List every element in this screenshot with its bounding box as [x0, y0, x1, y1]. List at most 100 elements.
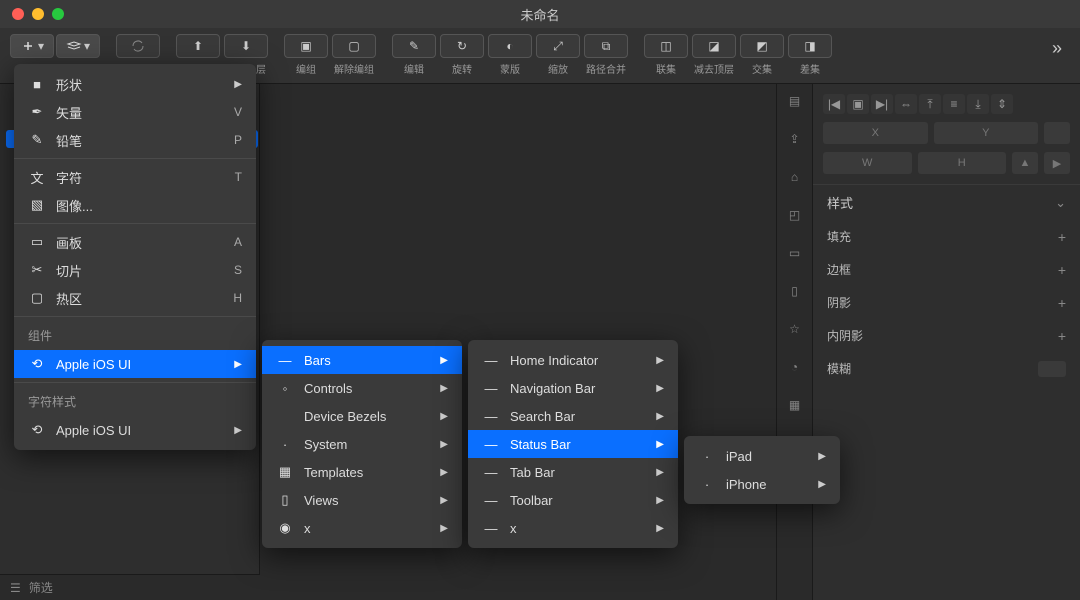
style-header[interactable]: 样式 ⌄	[813, 184, 1080, 220]
ungroup-button[interactable]: ▢	[332, 34, 376, 58]
menu-item-text[interactable]: 文字符T	[14, 163, 256, 191]
menu-heading-textstyles: 字符样式	[14, 387, 256, 416]
difference-button[interactable]: ◨	[788, 34, 832, 58]
frame-icon[interactable]: ▭	[786, 244, 804, 262]
filter-label[interactable]: 筛选	[29, 579, 53, 596]
menu-separator	[14, 316, 256, 317]
bars-icon: —	[276, 353, 294, 368]
right-icon-strip: ▤ ⇪ ⌂ ◰ ▭ ▯ ☆ ◔ ▦ ⊞ ⚙	[776, 84, 812, 600]
union-button[interactable]: ◫	[644, 34, 688, 58]
group-button[interactable]: ▣	[284, 34, 328, 58]
inner-shadow-section[interactable]: 内阴影+	[813, 319, 1080, 352]
submenu-item-controls[interactable]: ◦Controls▶	[262, 374, 462, 402]
menu-item-image[interactable]: ▧图像...	[14, 191, 256, 219]
panel-icon[interactable]: ▯	[786, 282, 804, 300]
flip-h-button[interactable]: ▲	[1012, 152, 1038, 174]
inbox-icon[interactable]: ◰	[786, 206, 804, 224]
submenu-status-bar: ·iPad▶ ·iPhone▶	[684, 436, 840, 504]
lock-input[interactable]	[1044, 122, 1070, 144]
menu-item-hotspot[interactable]: ▢热区H	[14, 284, 256, 312]
submenu-item-toolbar[interactable]: —Toolbar▶	[468, 486, 678, 514]
zoom-window-button[interactable]	[52, 8, 64, 20]
chevron-down-icon: ⌄	[1055, 195, 1066, 211]
submenu-item-ipad[interactable]: ·iPad▶	[684, 442, 840, 470]
touch-icon: ◉	[276, 520, 294, 536]
bookmark-icon[interactable]: ▤	[786, 92, 804, 110]
path-merge-button[interactable]: ⧉	[584, 34, 628, 58]
submenu-item-device-bezels[interactable]: Device Bezels▶	[262, 402, 462, 430]
menu-item-pencil[interactable]: ✎铅笔P	[14, 126, 256, 154]
submenu-item-iphone[interactable]: ·iPhone▶	[684, 470, 840, 498]
menu-item-apple-ios-ui[interactable]: ⟲Apple iOS UI▶	[14, 350, 256, 378]
insert-button[interactable]: ▾	[10, 34, 54, 58]
image-icon: ▧	[28, 197, 46, 213]
library-icon[interactable]: ⌂	[786, 168, 804, 186]
flip-v-button[interactable]: ▶	[1044, 152, 1070, 174]
submenu-item-status-bar[interactable]: —Status Bar▶	[468, 430, 678, 458]
submenu-item-bars[interactable]: —Bars▶	[262, 346, 462, 374]
add-shadow-button[interactable]: +	[1058, 295, 1066, 311]
align-right-button[interactable]: ▶|	[871, 94, 893, 114]
blur-section[interactable]: 模糊	[813, 352, 1080, 385]
close-window-button[interactable]	[12, 8, 24, 20]
export-icon[interactable]: ⇪	[786, 130, 804, 148]
submenu-item-tab-bar[interactable]: —Tab Bar▶	[468, 458, 678, 486]
refresh-button[interactable]	[116, 34, 160, 58]
menu-item-vector[interactable]: ✒矢量V	[14, 98, 256, 126]
submenu-item-x2[interactable]: —x▶	[468, 514, 678, 542]
submenu-item-search-bar[interactable]: —Search Bar▶	[468, 402, 678, 430]
toolbar-overflow-button[interactable]: »	[1044, 34, 1070, 63]
grid-icon[interactable]: ▦	[786, 396, 804, 414]
shadow-section[interactable]: 阴影+	[813, 286, 1080, 319]
bring-forward-button[interactable]: ⬆	[176, 34, 220, 58]
align-bottom-button[interactable]: ⤓	[967, 94, 989, 114]
add-border-button[interactable]: +	[1058, 262, 1066, 278]
align-center-v-button[interactable]: ≡	[943, 94, 965, 114]
menu-item-shape[interactable]: ■形状▶	[14, 70, 256, 98]
align-center-h-button[interactable]: ▣	[847, 94, 869, 114]
intersect-button[interactable]: ◩	[740, 34, 784, 58]
filter-icon[interactable]: ☰	[10, 581, 21, 595]
scale-button[interactable]: ⤢	[536, 34, 580, 58]
add-inner-shadow-button[interactable]: +	[1058, 328, 1066, 344]
add-fill-button[interactable]: +	[1058, 229, 1066, 245]
menu-item-artboard[interactable]: ▭画板A	[14, 228, 256, 256]
mask-button[interactable]: ◐	[488, 34, 532, 58]
submenu-item-templates[interactable]: ▦Templates▶	[262, 458, 462, 486]
window-title: 未命名	[520, 5, 559, 24]
star-icon[interactable]: ☆	[786, 320, 804, 338]
palette-icon[interactable]: ◔	[786, 358, 804, 376]
filter-bar: ☰ 筛选	[0, 574, 260, 600]
fill-section[interactable]: 填充+	[813, 220, 1080, 253]
distribute-v-button[interactable]: ⇕	[991, 94, 1013, 114]
submenu-item-system[interactable]: ·System▶	[262, 430, 462, 458]
border-section[interactable]: 边框+	[813, 253, 1080, 286]
submenu-item-navigation-bar[interactable]: —Navigation Bar▶	[468, 374, 678, 402]
edit-button[interactable]: ✎	[392, 34, 436, 58]
align-top-button[interactable]: ⤒	[919, 94, 941, 114]
submenu-bars: —Home Indicator▶ —Navigation Bar▶ —Searc…	[468, 340, 678, 548]
link-icon: ⟲	[28, 422, 46, 438]
blur-toggle[interactable]	[1038, 361, 1066, 377]
align-left-button[interactable]: |◀	[823, 94, 845, 114]
y-input[interactable]: Y	[934, 122, 1039, 144]
arrow-icon: ▶	[234, 79, 242, 90]
layers-button[interactable]: ▾	[56, 34, 100, 58]
x-input[interactable]: X	[823, 122, 928, 144]
minimize-window-button[interactable]	[32, 8, 44, 20]
submenu-item-views[interactable]: ▯Views▶	[262, 486, 462, 514]
w-input[interactable]: W	[823, 152, 912, 174]
subtract-button[interactable]: ◪	[692, 34, 736, 58]
submenu-item-x[interactable]: ◉x▶	[262, 514, 462, 542]
menu-item-text-style[interactable]: ⟲Apple iOS UI▶	[14, 416, 256, 444]
submenu-item-home-indicator[interactable]: —Home Indicator▶	[468, 346, 678, 374]
hotspot-icon: ▢	[28, 290, 46, 306]
h-input[interactable]: H	[918, 152, 1007, 174]
send-backward-button[interactable]: ⬇	[224, 34, 268, 58]
distribute-h-button[interactable]: ⇔	[895, 94, 917, 114]
menu-separator	[14, 158, 256, 159]
menu-item-slice[interactable]: ✂切片S	[14, 256, 256, 284]
link-icon: ⟲	[28, 356, 46, 372]
rotate-button[interactable]: ↻	[440, 34, 484, 58]
square-icon: ■	[28, 77, 46, 92]
